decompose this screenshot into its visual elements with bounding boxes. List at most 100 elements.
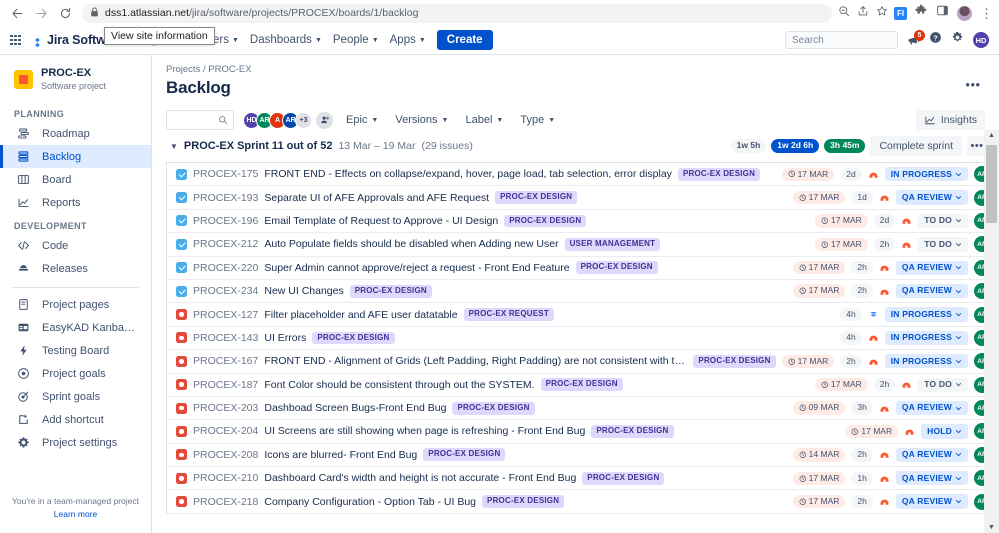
scrollbar-thumb[interactable] <box>986 145 997 223</box>
issue-key[interactable]: PROCEX-167 <box>193 355 258 367</box>
issue-status-dropdown[interactable]: QA REVIEW <box>895 400 968 416</box>
issue-summary[interactable]: Super Admin cannot approve/reject a requ… <box>264 262 569 274</box>
issue-row[interactable]: PROCEX-167 FRONT END - Alignment of Grids… <box>167 350 998 374</box>
issue-status-dropdown[interactable]: IN PROGRESS <box>884 167 968 182</box>
issue-row[interactable]: PROCEX-204 UI Screens are still showing w… <box>167 420 998 444</box>
global-search-input[interactable]: Search <box>785 31 898 49</box>
issue-key[interactable]: PROCEX-212 <box>193 238 258 250</box>
sidebar-learn-more-link[interactable]: Learn more <box>10 509 141 519</box>
issue-row[interactable]: PROCEX-210 Dashboard Card's width and hei… <box>167 467 998 491</box>
issue-key[interactable]: PROCEX-204 <box>193 425 258 437</box>
issue-epic-tag[interactable]: PROC-EX DESIGN <box>423 448 506 462</box>
filter-versions-dropdown[interactable]: Versions ▼ <box>391 112 452 128</box>
sidebar-item-roadmap[interactable]: Roadmap <box>0 122 151 145</box>
sidebar-item-easykad-kanban-board[interactable]: EasyKAD Kanban Boa... <box>0 316 151 339</box>
breadcrumb-projects[interactable]: Projects <box>166 64 200 75</box>
nav-item-people[interactable]: People ▼ <box>333 34 379 46</box>
breadcrumb-project[interactable]: PROC-EX <box>208 64 251 75</box>
sidebar-item-code[interactable]: Code <box>0 234 151 257</box>
scroll-up-arrow-icon[interactable]: ▲ <box>988 130 995 141</box>
issue-key[interactable]: PROCEX-203 <box>193 402 258 414</box>
issue-summary[interactable]: Font Color should be consistent through … <box>264 379 534 391</box>
sidebar-item-testing-board[interactable]: Testing Board <box>0 339 151 362</box>
issue-key[interactable]: PROCEX-175 <box>193 168 258 180</box>
issue-key[interactable]: PROCEX-210 <box>193 472 258 484</box>
issue-key[interactable]: PROCEX-143 <box>193 332 258 344</box>
issue-summary[interactable]: Filter placeholder and AFE user datatabl… <box>264 309 457 321</box>
issue-summary[interactable]: FRONT END - Effects on collapse/expand, … <box>264 168 672 180</box>
issue-epic-tag[interactable]: PROC-EX DESIGN <box>582 471 665 485</box>
nav-item-dashboards[interactable]: Dashboards ▼ <box>250 34 322 46</box>
sidebar-item-project-pages[interactable]: Project pages <box>0 293 151 316</box>
sidepanel-icon[interactable] <box>936 4 949 22</box>
issue-epic-tag[interactable]: PROC-EX DESIGN <box>452 401 535 415</box>
issue-summary[interactable]: Email Template of Request to Approve - U… <box>264 215 498 227</box>
issue-summary[interactable]: New UI Changes <box>264 285 343 297</box>
issue-row[interactable]: PROCEX-218 Company Configuration - Option… <box>167 490 998 514</box>
bookmark-star-icon[interactable] <box>876 4 888 22</box>
issue-epic-tag[interactable]: PROC-EX DESIGN <box>575 261 658 275</box>
issue-status-dropdown[interactable]: IN PROGRESS <box>884 354 968 369</box>
issue-key[interactable]: PROCEX-193 <box>193 192 258 204</box>
issue-row[interactable]: PROCEX-187 Font Color should be consisten… <box>167 374 998 397</box>
issue-epic-tag[interactable]: PROC-EX DESIGN <box>504 214 587 228</box>
issue-status-dropdown[interactable]: QA REVIEW <box>895 494 968 509</box>
sidebar-project-header[interactable]: PROC-EX Software project <box>0 65 151 102</box>
issue-summary[interactable]: Auto Populate fields should be disabled … <box>264 238 558 250</box>
issue-row[interactable]: PROCEX-193 Separate UI of AFE Approvals a… <box>167 186 998 210</box>
issue-status-dropdown[interactable]: HOLD <box>921 424 968 439</box>
issue-row[interactable]: PROCEX-212 Auto Populate fields should be… <box>167 233 998 257</box>
backlog-search-input[interactable] <box>166 110 234 130</box>
issue-key[interactable]: PROCEX-208 <box>193 449 258 461</box>
issue-summary[interactable]: UI Screens are still showing when page i… <box>264 425 585 437</box>
issue-row[interactable]: PROCEX-196 Email Template of Request to A… <box>167 210 998 234</box>
app-switcher-icon[interactable] <box>10 34 21 46</box>
avatar-overflow-count[interactable]: +3 <box>295 111 312 129</box>
sidebar-item-sprint-goals[interactable]: Sprint goals <box>0 385 151 408</box>
issue-key[interactable]: PROCEX-220 <box>193 262 258 274</box>
reload-button[interactable] <box>54 2 76 24</box>
filter-epic-dropdown[interactable]: Epic ▼ <box>342 112 382 128</box>
issue-epic-tag[interactable]: PROC-EX DESIGN <box>495 191 578 204</box>
user-avatar[interactable]: HD <box>973 32 989 48</box>
sidebar-item-backlog[interactable]: Backlog <box>0 145 151 169</box>
issue-row[interactable]: PROCEX-127 Filter placeholder and AFE use… <box>167 303 998 327</box>
scrollbar-track[interactable] <box>984 141 999 522</box>
help-icon[interactable]: ? <box>929 31 942 49</box>
issue-row[interactable]: PROCEX-208 Icons are blurred- Front End B… <box>167 444 998 468</box>
issue-status-dropdown[interactable]: QA REVIEW <box>895 260 968 275</box>
issue-epic-tag[interactable]: PROC-EX DESIGN <box>540 378 623 392</box>
back-button[interactable] <box>6 2 28 24</box>
issue-status-dropdown[interactable]: IN PROGRESS <box>884 307 968 322</box>
issue-row[interactable]: PROCEX-175 FRONT END - Effects on collaps… <box>167 163 998 187</box>
issue-row[interactable]: PROCEX-143 UI Errors PROC-EX DESIGN 4h IN PR… <box>167 327 998 351</box>
issue-status-dropdown[interactable]: TO DO <box>918 377 968 392</box>
sidebar-item-board[interactable]: Board <box>0 168 151 191</box>
issue-summary[interactable]: Company Configuration - Option Tab - UI … <box>264 496 476 508</box>
sidebar-item-project-settings[interactable]: Project settings <box>0 431 151 454</box>
issue-key[interactable]: PROCEX-127 <box>193 309 258 321</box>
page-more-actions-button[interactable]: ••• <box>961 75 985 95</box>
issue-epic-tag[interactable]: USER MANAGEMENT <box>564 237 661 251</box>
sidebar-item-add-shortcut[interactable]: Add shortcut <box>0 408 151 431</box>
issue-status-dropdown[interactable]: QA REVIEW <box>895 283 968 299</box>
issue-status-dropdown[interactable]: QA REVIEW <box>895 447 968 463</box>
issue-status-dropdown[interactable]: QA REVIEW <box>895 190 968 205</box>
issue-epic-tag[interactable]: PROC-EX DESIGN <box>693 354 776 368</box>
insights-button[interactable]: Insights <box>915 110 985 130</box>
issue-summary[interactable]: UI Errors <box>264 332 306 344</box>
scroll-down-arrow-icon[interactable]: ▼ <box>988 522 995 533</box>
issue-key[interactable]: PROCEX-187 <box>193 379 258 391</box>
issue-epic-tag[interactable]: PROC-EX DESIGN <box>677 167 761 181</box>
share-icon[interactable] <box>857 4 869 22</box>
sprint-collapse-chevron-icon[interactable]: ▼ <box>170 142 178 151</box>
assignee-avatar-group[interactable]: HD AR A AR +3 <box>243 111 333 129</box>
issue-key[interactable]: PROCEX-218 <box>193 496 258 508</box>
issue-summary[interactable]: FRONT END - Alignment of Grids (Left Pad… <box>264 355 687 367</box>
issue-epic-tag[interactable]: PROC-EX DESIGN <box>591 425 674 438</box>
issue-row[interactable]: PROCEX-203 Dashboad Screen Bugs-Front End… <box>167 397 998 421</box>
sidebar-item-releases[interactable]: Releases <box>0 257 151 280</box>
issue-key[interactable]: PROCEX-234 <box>193 285 258 297</box>
extension-icon[interactable]: FI <box>894 6 907 20</box>
issue-status-dropdown[interactable]: TO DO <box>918 213 968 229</box>
